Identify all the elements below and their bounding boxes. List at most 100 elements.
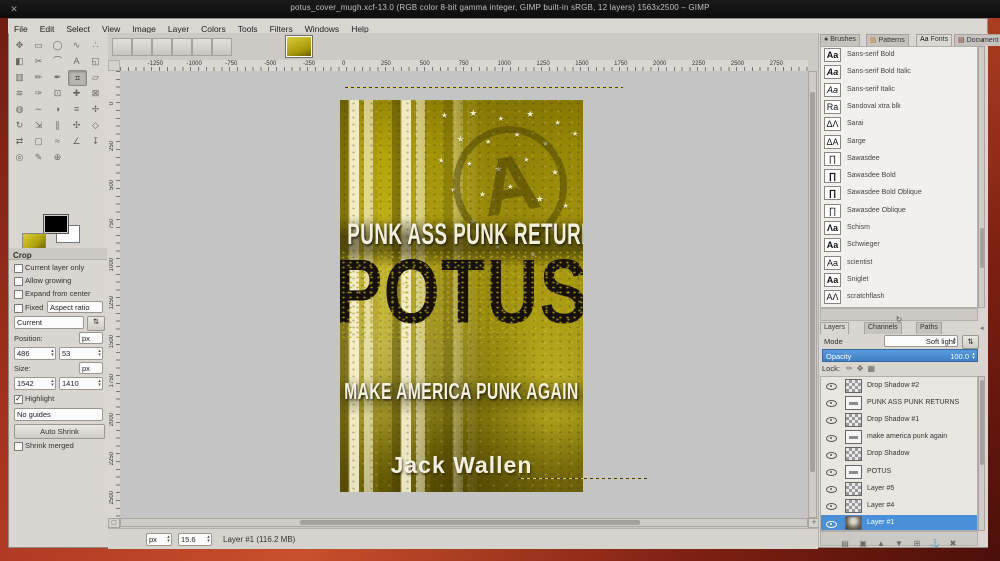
fixed-checkbox[interactable] [14, 304, 23, 313]
layer-thumbnail[interactable] [845, 379, 862, 393]
layer-row[interactable]: Layer #4 [821, 497, 978, 514]
vertical-scrollbar-thumb[interactable] [810, 92, 815, 472]
tool-rotate-icon[interactable]: ↻ [11, 118, 28, 132]
position-y-arrows[interactable]: ▴▾ [96, 349, 103, 357]
tool-flip-icon[interactable]: ⇄ [11, 134, 28, 148]
tool-cage-transform-icon[interactable]: ▢ [30, 134, 47, 148]
layer-thumbnail[interactable] [845, 430, 862, 444]
highlight-checkbox[interactable] [14, 395, 23, 404]
lock-pixels-icon[interactable]: ✏ [846, 364, 853, 373]
ruler-corner-button[interactable] [108, 60, 120, 71]
tool-color-picker-icon[interactable]: ↧ [87, 134, 104, 148]
font-list-item[interactable]: AΛscratchflash [821, 289, 978, 306]
tool-align-icon[interactable]: ≡ [68, 102, 85, 116]
size-unit-combo[interactable]: px [79, 362, 103, 374]
image-tab[interactable] [212, 38, 232, 56]
tab-document-history[interactable]: ▤Document History [954, 34, 1000, 46]
tool-perspective-icon[interactable]: ◇ [87, 118, 104, 132]
font-list-item[interactable]: ΛaSchism [821, 220, 978, 237]
layer-thumbnail[interactable] [845, 465, 862, 479]
layer-thumbnail[interactable] [845, 482, 862, 496]
tool-fuzzy-select-icon[interactable]: ∴ [87, 38, 104, 52]
tool-blur-sharpen-icon[interactable]: ◍ [11, 102, 28, 116]
layer-thumbnail[interactable] [845, 396, 862, 410]
canvas-image[interactable]: ★★★★★★★★★★★★★★★★★★★★★★★★★ A PUNK ASS PUN… [340, 100, 583, 492]
fonts-dock-menu-icon[interactable]: ◂ [980, 36, 984, 44]
mode-combo-arrows[interactable]: ▴▾ [951, 337, 958, 345]
tool-heal-icon[interactable]: ✚ [68, 86, 85, 100]
crop-option-checkbox[interactable] [14, 290, 23, 299]
zoom-spinner-arrows[interactable]: ▴▾ [205, 535, 212, 543]
tab-paths[interactable]: Paths [916, 322, 942, 334]
tab-brushes[interactable]: ●Brushes [820, 34, 860, 46]
tool-pencil-icon[interactable]: ✏ [30, 70, 47, 84]
tool-unified-transform-icon[interactable]: ✢ [87, 102, 104, 116]
tool-eraser-icon[interactable]: ▱ [87, 70, 104, 84]
tool-select-by-color-icon[interactable]: ◧ [11, 54, 28, 68]
font-list-item[interactable]: RaSandoval xtra blk [821, 99, 978, 116]
size-width-arrows[interactable]: ▴▾ [49, 379, 56, 387]
lower-layer-button[interactable]: ▼ [890, 537, 908, 550]
opacity-arrows[interactable]: ▴▾ [970, 352, 977, 360]
layer-visibility-eye-icon[interactable] [826, 452, 837, 459]
tool-shear-icon[interactable]: ∥ [49, 118, 66, 132]
delete-layer-button[interactable]: ✖ [944, 537, 962, 550]
quick-mask-toggle[interactable]: ▢ [108, 518, 120, 528]
tool-smudge-icon[interactable]: ∼ [30, 102, 47, 116]
raise-layer-button[interactable]: ▲ [872, 537, 890, 550]
font-list-item[interactable]: ΔΛSarai [821, 116, 978, 133]
tool-crop-icon[interactable]: ⌗ [68, 70, 87, 86]
tool-ink-icon[interactable]: ✑ [30, 86, 47, 100]
font-list-item[interactable]: ∏Sawasdee Bold [821, 168, 978, 185]
layer-row[interactable]: Drop Shadow #1 [821, 411, 978, 428]
font-list-item[interactable]: Aascientist [821, 255, 978, 272]
layer-visibility-eye-icon[interactable] [826, 435, 837, 442]
font-list-item[interactable]: ∏Sawasdee Bold Oblique [821, 185, 978, 202]
duplicate-layer-button[interactable]: ⊞ [908, 537, 926, 550]
layer-row[interactable]: Drop Shadow [821, 446, 978, 463]
layer-row[interactable]: make america punk again [821, 429, 978, 446]
tool-airbrush-icon[interactable]: ≋ [11, 86, 28, 100]
tool-measure-icon[interactable]: ∠ [68, 134, 85, 148]
lock-alpha-icon[interactable]: ▦ [867, 364, 875, 373]
font-list-item[interactable]: ΔASarge [821, 134, 978, 151]
tab-fonts[interactable]: AaFonts [916, 34, 952, 46]
tab-patterns[interactable]: ▨Patterns [866, 34, 909, 46]
layers-dock-menu-icon[interactable]: ◂ [980, 324, 984, 332]
image-tab[interactable] [192, 38, 212, 56]
tab-channels[interactable]: Channels [864, 322, 902, 334]
opacity-slider[interactable]: Opacity 100.0 ▴▾ [822, 349, 978, 362]
size-height-arrows[interactable]: ▴▾ [96, 379, 103, 387]
image-tab[interactable] [152, 38, 172, 56]
tool-perspective-clone-icon[interactable]: ⊠ [87, 86, 104, 100]
font-list-item[interactable]: ∏Sawasdee [821, 151, 978, 168]
guides-combo[interactable]: No guides [14, 408, 103, 421]
title-bar[interactable]: ✕ potus_cover_mugh.xcf-13.0 (RGB color 8… [0, 0, 1000, 18]
tool-free-select-icon[interactable]: ∿ [68, 38, 85, 52]
fixed-ratio-combo[interactable]: Aspect ratio [47, 301, 103, 313]
mode-switch-button[interactable]: ⇅ [962, 335, 979, 349]
font-list-scrollbar-thumb[interactable] [980, 228, 984, 268]
tool-handle-transform-icon[interactable]: ✣ [68, 118, 85, 132]
image-tab-active[interactable] [285, 35, 313, 58]
foreground-color-swatch[interactable] [44, 215, 68, 233]
tool-dodge-burn-icon[interactable]: ◑ [49, 102, 66, 116]
swap-ratio-button[interactable]: ⇅ [87, 316, 105, 331]
new-group-button[interactable]: ▣ [854, 537, 872, 550]
layer-visibility-eye-icon[interactable] [826, 503, 837, 510]
shrink-merged-checkbox[interactable] [14, 442, 23, 451]
fixed-ratio-entry[interactable]: Current [14, 316, 84, 329]
layer-visibility-eye-icon[interactable] [826, 521, 837, 528]
position-x-arrows[interactable]: ▴▾ [49, 349, 56, 357]
font-list-item[interactable]: AaSans-serif Italic [821, 82, 978, 99]
image-tab[interactable] [132, 38, 152, 56]
font-list-item[interactable]: AaSniglet [821, 272, 978, 289]
crop-option-checkbox[interactable] [14, 264, 23, 273]
auto-shrink-button[interactable]: Auto Shrink [14, 424, 105, 439]
tool-paintbrush-icon[interactable]: ✒ [49, 70, 66, 84]
tool-ellipse-select-icon[interactable]: ◯ [49, 38, 66, 52]
tool-clone-icon[interactable]: ⊡ [49, 86, 66, 100]
layer-visibility-eye-icon[interactable] [826, 417, 837, 424]
tool-paths-icon[interactable]: ⌒ [49, 54, 66, 68]
tool-mypaint-brush-icon[interactable]: ✎ [30, 150, 47, 164]
